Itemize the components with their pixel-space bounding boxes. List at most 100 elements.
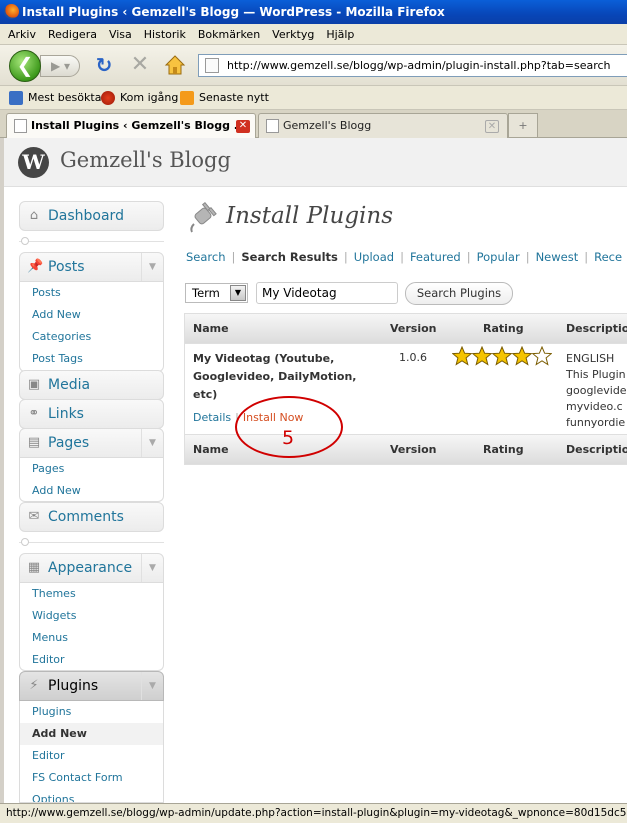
submenu-pages: Pages Add New [19,458,164,502]
blog-title[interactable]: Gemzell's Blogg [60,148,231,172]
submenu-plugins-installed[interactable]: Plugins [20,701,163,723]
submenu-themes[interactable]: Themes [20,583,163,605]
plugin-rating [452,346,552,369]
star-filled-icon [492,346,512,366]
submenu-widgets[interactable]: Widgets [20,605,163,627]
wordpress-logo-icon[interactable]: W [18,147,49,178]
status-bar: http://www.gemzell.se/blogg/wp-admin/upd… [0,803,627,823]
search-plugins-button[interactable]: Search Plugins [405,282,513,305]
menu-media[interactable]: ▣ Media [19,370,164,400]
page-icon [205,58,219,73]
menu-plugins[interactable]: ⚡ Plugins ▼ [19,671,164,701]
menu-verktyg[interactable]: Verktyg [266,24,320,45]
tab-recent[interactable]: Rece [594,250,622,264]
back-button[interactable]: ❮ [9,50,41,82]
firefox-icon [4,4,19,19]
forward-button[interactable]: ▶ ▾ [40,55,80,77]
details-link[interactable]: Details [193,411,231,424]
submenu-options[interactable]: Options [20,789,163,802]
submenu-posts-categories[interactable]: Categories [20,326,163,348]
pin-icon: 📌 [27,259,44,274]
star-filled-icon [472,346,492,366]
column-description: Descriptio [566,322,627,335]
submenu-plugins: Plugins Add New Editor FS Contact Form O… [19,701,164,803]
submenu-posts: Posts Add New Categories Post Tags [19,282,164,372]
column-rating: Rating [483,322,524,335]
plugins-page-icon [186,200,220,234]
menu-pages[interactable]: ▤ Pages ▼ [19,428,164,458]
menubar: Arkiv Redigera Visa Historik Bokmärken Verkty… [0,24,627,45]
menu-visa[interactable]: Visa [103,24,138,45]
menu-hjalp[interactable]: Hjälp [320,24,360,45]
link-icon: ⚭ [28,406,40,421]
column-description: Descriptio [566,443,627,456]
submenu-plugins-add-new[interactable]: Add New [20,723,163,745]
menu-posts[interactable]: 📌 Posts ▼ [19,252,164,282]
annotation-step-number: 5 [282,427,295,449]
rss-icon [180,91,194,105]
dashboard-icon: ⌂ [29,208,39,223]
column-version: Version [390,322,437,335]
menu-redigera[interactable]: Redigera [42,24,103,45]
submenu-appearance-editor[interactable]: Editor [20,649,163,671]
menu-arkiv[interactable]: Arkiv [0,24,42,45]
chevron-down-icon[interactable]: ▼ [141,554,163,582]
media-icon: ▣ [27,377,41,392]
submenu-posts-add-new[interactable]: Add New [20,304,163,326]
home-icon[interactable] [164,54,186,76]
column-rating: Rating [483,443,524,456]
chevron-down-icon[interactable]: ▼ [141,429,163,457]
window-title: Install Plugins ‹ Gemzell's Blogg — Word… [22,5,445,19]
submenu-posts-tags[interactable]: Post Tags [20,348,163,370]
pages-icon: ▤ [27,435,41,450]
bookmarks-toolbar: Mest besökta Kom igång Senaste nytt [0,86,627,110]
chevron-right-icon: ▶ ▾ [51,59,71,73]
menu-separator [19,538,164,546]
plugin-icon: ⚡ [29,678,39,693]
tab-search-results[interactable]: Search Results [241,250,338,264]
submenu-menus[interactable]: Menus [20,627,163,649]
address-bar[interactable]: http://www.gemzell.se/blogg/wp-admin/plu… [198,54,627,77]
bookmark-mest-besokta[interactable]: Mest besökta [8,90,101,106]
star-filled-icon [512,346,532,366]
stop-icon[interactable]: ✕ [129,54,151,76]
menu-dashboard[interactable]: ⌂ Dashboard [19,201,164,231]
bookmark-senaste-nytt[interactable]: Senaste nytt [179,90,269,106]
separator-dot-icon [21,538,29,546]
column-name: Name [193,443,229,456]
tab-gemzells-blogg[interactable]: Gemzell's Blogg ✕ [258,113,508,138]
plugin-version: 1.0.6 [399,351,427,364]
submenu-fs-contact-form[interactable]: FS Contact Form [20,767,163,789]
back-arrow-icon: ❮ [16,53,34,77]
submenu-appearance: Themes Widgets Menus Editor [19,583,164,671]
menu-historik[interactable]: Historik [138,24,192,45]
tab-popular[interactable]: Popular [477,250,520,264]
chevron-down-icon[interactable]: ▼ [141,253,163,281]
plugin-description: ENGLISH This Plugin googlevide myvideo.c… [566,352,627,429]
column-name: Name [193,322,229,335]
chevron-down-icon[interactable]: ▼ [141,672,163,700]
new-tab-button[interactable]: + [508,113,538,138]
tab-search[interactable]: Search [186,250,226,264]
submenu-pages-all[interactable]: Pages [20,458,163,480]
close-icon[interactable]: ✕ [236,120,250,133]
tab-upload[interactable]: Upload [354,250,394,264]
address-url: http://www.gemzell.se/blogg/wp-admin/plu… [227,59,611,72]
submenu-posts-all[interactable]: Posts [20,282,163,304]
bookmark-kom-igang[interactable]: Kom igång [100,90,178,106]
menu-bokmarken[interactable]: Bokmärken [192,24,266,45]
menu-comments[interactable]: ✉ Comments [19,502,164,532]
menu-appearance[interactable]: ▦ Appearance ▼ [19,553,164,583]
tab-featured[interactable]: Featured [410,250,461,264]
reload-icon[interactable]: ↻ [93,54,115,76]
submenu-plugins-editor[interactable]: Editor [20,745,163,767]
star-filled-icon [452,346,472,366]
chevron-down-icon: ▼ [230,285,246,301]
submenu-pages-add-new[interactable]: Add New [20,480,163,502]
search-type-select[interactable]: Term ▼ [185,283,248,303]
search-input[interactable]: My Videotag [256,282,398,304]
tab-newest[interactable]: Newest [536,250,579,264]
close-icon[interactable]: ✕ [485,120,499,133]
tab-install-plugins[interactable]: Install Plugins ‹ Gemzell's Blogg ... ✕ [6,113,256,139]
menu-links[interactable]: ⚭ Links [19,399,164,429]
